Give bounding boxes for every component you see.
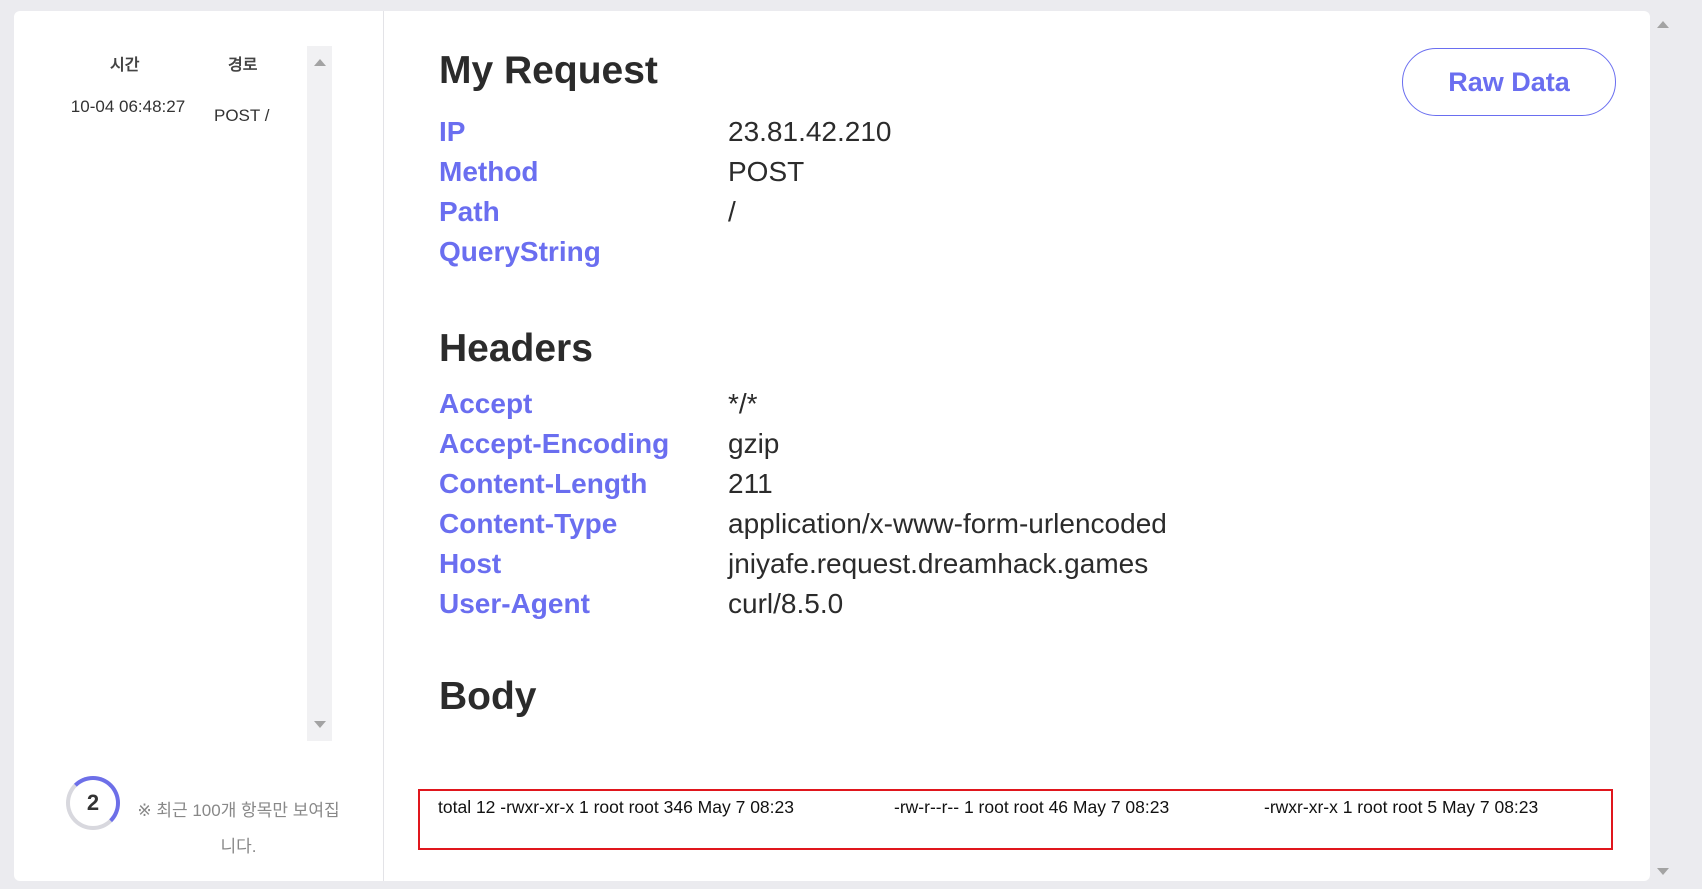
field-key: Path [439, 196, 500, 227]
field-value: curl/8.5.0 [728, 588, 844, 619]
field-value: application/x-www-form-urlencoded [728, 508, 1167, 539]
request-count-badge: 2 [66, 776, 120, 830]
field-value: 211 [728, 468, 773, 499]
body-line: -rwxr-xr-x 1 root root 5 May 7 08:23 [1264, 797, 1539, 817]
field-value: */* [728, 388, 758, 419]
scroll-up-arrow-icon[interactable] [314, 59, 326, 66]
raw-data-button[interactable]: Raw Data [1402, 48, 1616, 116]
field-value: gzip [728, 428, 780, 459]
body-line: -rw-r--r-- 1 root root 46 May 7 08:23 [894, 797, 1170, 817]
request-detail: My Request Raw Data IP 23.81.42.210 Meth… [384, 11, 1650, 881]
scroll-down-arrow-icon[interactable] [314, 721, 326, 728]
body-line: total 12 -rwxr-xr-x 1 root root 346 May … [438, 797, 794, 817]
request-list-sidebar: 시간 경로 10-04 06:48:27 POST / 2 ※ 최근 100개 … [14, 11, 384, 881]
column-header-path: 경로 [228, 57, 258, 74]
column-header-time: 시간 [110, 57, 140, 74]
field-key: Accept-Encoding [439, 428, 670, 459]
section-title-headers: Headers [439, 327, 593, 370]
request-time: 10-04 06:48:27 [70, 97, 186, 116]
list-scrollbar[interactable] [307, 46, 332, 741]
section-title-body: Body [439, 675, 537, 718]
scroll-up-arrow-icon[interactable] [1657, 21, 1669, 28]
field-key: IP [439, 116, 466, 147]
body-content-box: total 12 -rwxr-xr-x 1 root root 346 May … [418, 789, 1613, 850]
field-key: Content-Length [439, 468, 648, 499]
field-key: Host [439, 548, 502, 579]
scroll-down-arrow-icon[interactable] [1657, 868, 1669, 875]
field-key: User-Agent [439, 588, 590, 619]
field-key: Accept [439, 388, 533, 419]
field-key: Method [439, 156, 539, 187]
retention-note: ※ 최근 100개 항목만 보여집니다. [137, 801, 340, 856]
field-value: 23.81.42.210 [728, 116, 892, 147]
field-key: QueryString [439, 236, 601, 267]
request-path: POST / [214, 106, 270, 125]
app-card: 시간 경로 10-04 06:48:27 POST / 2 ※ 최근 100개 … [14, 11, 1650, 881]
body-text: total 12 -rwxr-xr-x 1 root root 346 May … [438, 797, 1538, 818]
page-scrollbar[interactable] [1652, 11, 1674, 881]
field-value: / [728, 196, 736, 227]
section-title-request: My Request [439, 49, 658, 92]
field-value: jniyafe.request.dreamhack.games [728, 548, 1149, 579]
field-key: Content-Type [439, 508, 618, 539]
field-value: POST [728, 156, 805, 187]
